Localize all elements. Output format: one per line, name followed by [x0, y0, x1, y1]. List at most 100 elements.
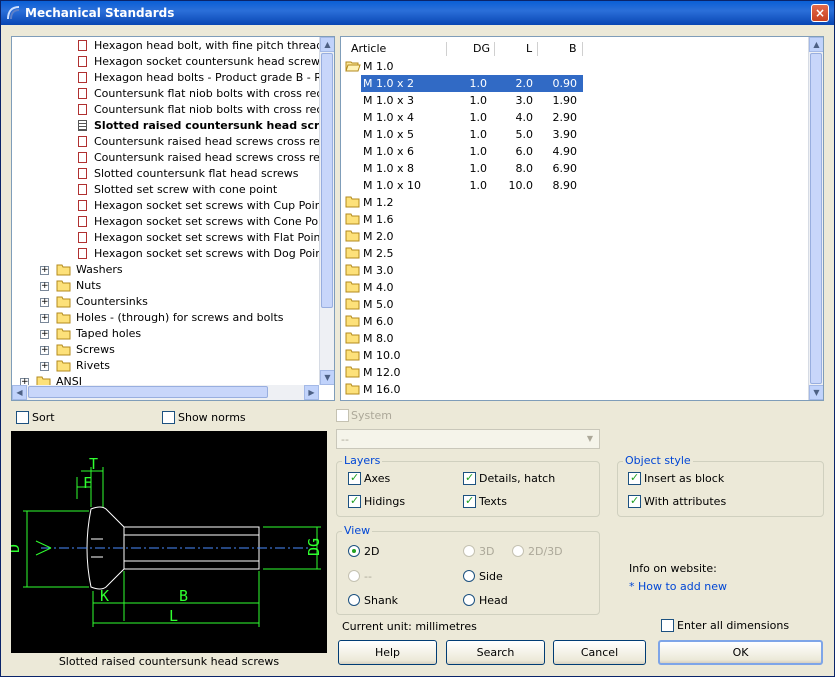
cell-article: M 1.0 x 2	[363, 77, 414, 90]
document-icon	[78, 56, 87, 67]
document-icon	[78, 152, 87, 163]
view-2d-label: 2D	[364, 545, 380, 558]
article-folder[interactable]: M 1.2	[345, 194, 585, 211]
column-header-b[interactable]: B	[569, 41, 577, 57]
view-shank-radio[interactable]	[348, 594, 360, 606]
expand-icon[interactable]: +	[40, 298, 49, 307]
dim-label-k: K	[100, 587, 109, 605]
folder-label: M 10.0	[363, 349, 401, 362]
article-folder[interactable]: M 2.5	[345, 245, 585, 262]
expand-icon[interactable]: +	[40, 330, 49, 339]
article-folder-open[interactable]: M 1.0	[345, 58, 585, 75]
article-folder[interactable]: M 8.0	[345, 330, 585, 347]
expand-icon[interactable]: +	[40, 362, 49, 371]
cell-article: M 1.0 x 10	[363, 179, 421, 192]
axes-label: Axes	[364, 472, 391, 485]
column-divider	[537, 42, 538, 56]
article-folder[interactable]: M 5.0	[345, 296, 585, 313]
expand-icon[interactable]: +	[40, 346, 49, 355]
scroll-down-button[interactable]: ▼	[320, 370, 334, 385]
scroll-thumb[interactable]	[810, 53, 822, 384]
list-vertical-scrollbar[interactable]: ▲ ▼	[808, 37, 823, 400]
document-icon	[78, 88, 87, 99]
window-title: Mechanical Standards	[25, 6, 175, 20]
cell-b: 4.90	[552, 145, 578, 158]
show-norms-checkbox[interactable]	[162, 411, 175, 424]
folder-icon	[345, 213, 360, 225]
hidings-checkbox[interactable]	[348, 494, 361, 508]
cell-b: 6.90	[552, 162, 578, 175]
article-folder[interactable]: M 4.0	[345, 279, 585, 296]
texts-checkbox[interactable]	[463, 494, 476, 508]
expand-icon[interactable]: +	[40, 266, 49, 275]
cell-b: 1.90	[552, 94, 578, 107]
article-row[interactable]: M 1.0 x 5 1.0 5.0 3.90	[361, 126, 583, 143]
view-2d3d-radio[interactable]	[512, 545, 524, 557]
article-row[interactable]: M 1.0 x 8 1.0 8.0 6.90	[361, 160, 583, 177]
tree-horizontal-scrollbar[interactable]: ◀ ▶	[12, 385, 319, 400]
title-bar[interactable]: Mechanical Standards ×	[1, 1, 834, 25]
sort-checkbox[interactable]	[16, 411, 29, 424]
view-side-radio[interactable]	[463, 570, 475, 582]
system-checkbox[interactable]	[336, 409, 349, 422]
insert-as-block-checkbox[interactable]	[628, 471, 641, 485]
system-select[interactable]: -- ▼	[336, 429, 600, 449]
scroll-thumb[interactable]	[28, 386, 268, 398]
axes-checkbox[interactable]	[348, 471, 361, 485]
standards-tree[interactable]: Hexagon head bolt, with fine pitch threa…	[11, 36, 335, 401]
view-2d-radio[interactable]	[348, 545, 360, 557]
tree-item-label: Slotted set screw with cone point	[94, 183, 278, 196]
scroll-down-button[interactable]: ▼	[809, 385, 823, 400]
ok-button[interactable]: OK	[658, 640, 823, 665]
column-header-l[interactable]: L	[526, 41, 532, 57]
article-folder[interactable]: M 3.0	[345, 262, 585, 279]
system-select-value: --	[341, 433, 349, 446]
article-row[interactable]: M 1.0 x 2 1.0 2.0 0.90	[361, 75, 583, 92]
close-button[interactable]: ×	[811, 4, 829, 22]
with-attributes-checkbox[interactable]	[628, 494, 641, 508]
enter-all-dimensions-checkbox[interactable]	[661, 619, 674, 632]
article-row[interactable]: M 1.0 x 10 1.0 10.0 8.90	[361, 177, 583, 194]
article-folder[interactable]: M 6.0	[345, 313, 585, 330]
view-3d-radio[interactable]	[463, 545, 475, 557]
details-hatch-checkbox[interactable]	[463, 471, 476, 485]
object-style-title: Object style	[623, 454, 693, 467]
article-folder[interactable]: M 2.0	[345, 228, 585, 245]
folder-icon	[56, 360, 71, 372]
open-folder-icon	[345, 60, 361, 72]
scroll-right-button[interactable]: ▶	[304, 385, 319, 400]
folder-label: M 2.5	[363, 247, 394, 260]
article-row[interactable]: M 1.0 x 6 1.0 6.0 4.90	[361, 143, 583, 160]
search-button[interactable]: Search	[446, 640, 545, 665]
column-header-dg[interactable]: DG	[473, 41, 490, 57]
enter-all-dimensions-label: Enter all dimensions	[677, 619, 790, 632]
scroll-up-button[interactable]: ▲	[809, 37, 823, 52]
cancel-button[interactable]: Cancel	[553, 640, 646, 665]
view-head-radio[interactable]	[463, 594, 475, 606]
scroll-left-button[interactable]: ◀	[12, 385, 27, 400]
document-icon	[78, 104, 87, 115]
article-row[interactable]: M 1.0 x 4 1.0 4.0 2.90	[361, 109, 583, 126]
layers-title: Layers	[342, 454, 383, 467]
article-list[interactable]: Article DG L B M 1.0 M 1.0 x 2 1.0 2.0 0.90 M…	[340, 36, 824, 401]
article-row[interactable]: M 1.0 x 3 1.0 3.0 1.90	[361, 92, 583, 109]
tree-vertical-scrollbar[interactable]: ▲ ▼	[319, 37, 334, 385]
chevron-down-icon[interactable]: ▼	[583, 432, 597, 446]
article-folder[interactable]: M 16.0	[345, 381, 585, 398]
article-folder[interactable]: M 12.0	[345, 364, 585, 381]
folder-icon	[345, 366, 360, 378]
view-head-label: Head	[479, 594, 508, 607]
view-none-radio[interactable]	[348, 570, 360, 582]
folder-label: M 1.0	[363, 60, 394, 73]
help-button[interactable]: Help	[338, 640, 437, 665]
preview-caption: Slotted raised countersunk head screws	[58, 655, 280, 668]
expand-icon[interactable]: +	[40, 314, 49, 323]
column-header-article[interactable]: Article	[351, 41, 386, 57]
tree-item-label: Countersunk flat niob bolts with cross r…	[94, 103, 335, 116]
how-to-add-link[interactable]: * How to add new	[629, 580, 727, 593]
scroll-up-button[interactable]: ▲	[320, 37, 334, 52]
scroll-thumb[interactable]	[321, 53, 333, 308]
article-folder[interactable]: M 10.0	[345, 347, 585, 364]
expand-icon[interactable]: +	[40, 282, 49, 291]
article-folder[interactable]: M 1.6	[345, 211, 585, 228]
